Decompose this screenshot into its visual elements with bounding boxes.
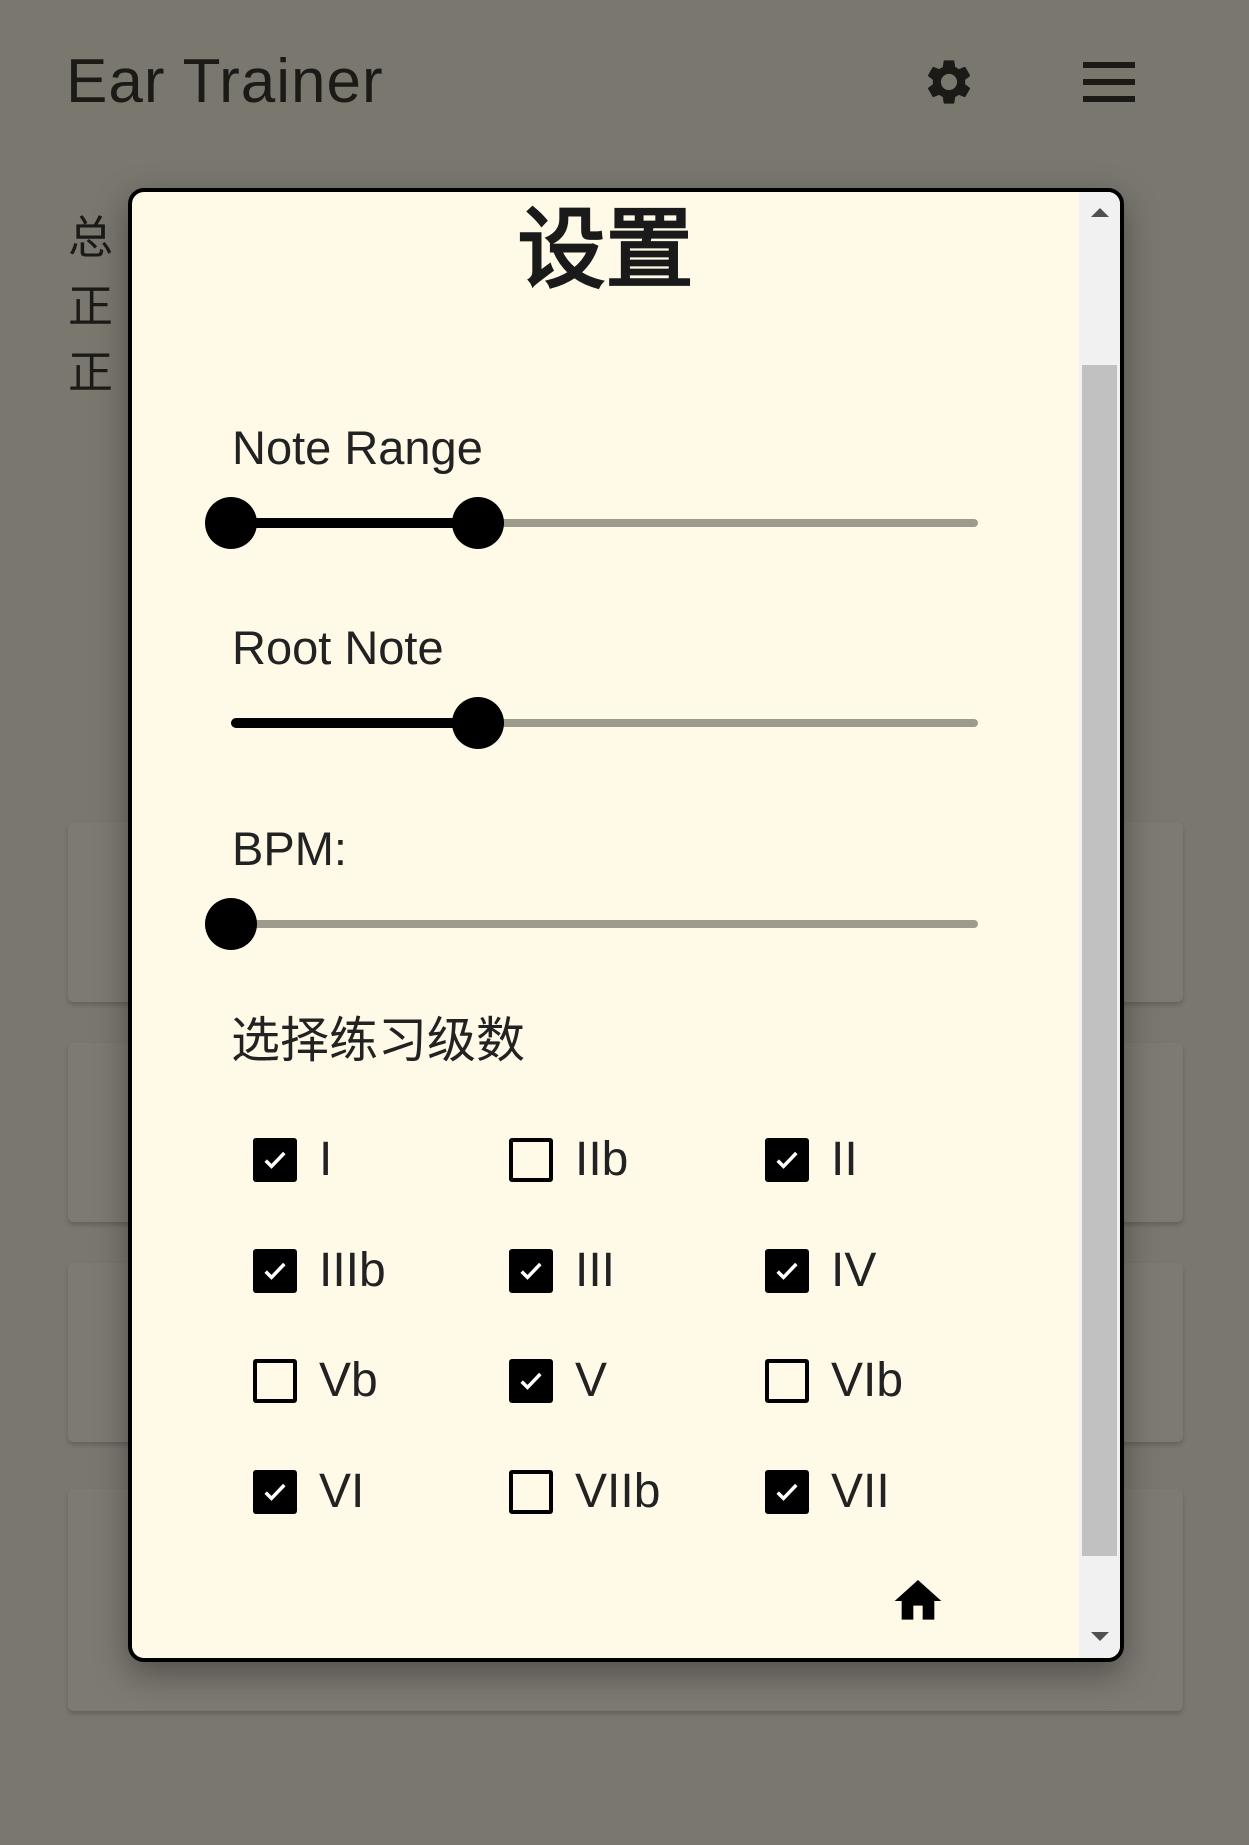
slider-fill bbox=[231, 518, 478, 528]
bpm-slider[interactable] bbox=[205, 898, 978, 950]
scrollbar-thumb[interactable] bbox=[1082, 365, 1117, 1556]
note-range-slider[interactable] bbox=[205, 497, 978, 549]
bpm-thumb[interactable] bbox=[205, 898, 257, 950]
degree-checkbox-Vb[interactable]: Vb bbox=[253, 1354, 378, 1407]
degree-checkbox-IIIb[interactable]: IIIb bbox=[253, 1244, 386, 1297]
stats-total-label: 总 bbox=[68, 212, 114, 263]
checkbox-label[interactable]: I bbox=[319, 1132, 332, 1188]
menu-icon[interactable] bbox=[1083, 62, 1135, 102]
check-icon bbox=[520, 1262, 542, 1280]
stats-correct-label: 正 bbox=[68, 281, 114, 332]
checkbox-label[interactable]: Vb bbox=[319, 1353, 378, 1409]
stats-correct-rate-label: 正 bbox=[68, 347, 114, 398]
note-range-high-thumb[interactable] bbox=[451, 497, 504, 549]
scroll-up-arrow-icon[interactable] bbox=[1079, 198, 1120, 228]
checkbox-label[interactable]: IV bbox=[831, 1243, 876, 1299]
check-icon bbox=[264, 1151, 286, 1169]
degree-checkbox-V[interactable]: V bbox=[509, 1354, 607, 1407]
app-title: Ear Trainer bbox=[66, 47, 384, 116]
checkbox[interactable] bbox=[509, 1470, 553, 1514]
root-note-label: Root Note bbox=[232, 621, 444, 674]
check-icon bbox=[264, 1262, 286, 1280]
slider-track[interactable] bbox=[231, 920, 978, 928]
settings-dialog: 设置 Note Range Root Note BPM: 选择练习级数 I II… bbox=[128, 188, 1124, 1662]
checkbox[interactable] bbox=[765, 1138, 809, 1182]
scroll-down-arrow-icon[interactable] bbox=[1079, 1622, 1120, 1652]
checkbox-label[interactable]: III bbox=[575, 1243, 615, 1299]
checkbox[interactable] bbox=[253, 1359, 297, 1403]
degrees-section-label: 选择练习级数 bbox=[231, 1014, 526, 1068]
dialog-title: 设置 bbox=[517, 200, 694, 299]
degree-checkbox-VIIb[interactable]: VIIb bbox=[509, 1465, 660, 1518]
note-range-label: Note Range bbox=[232, 421, 483, 474]
checkbox[interactable] bbox=[253, 1138, 297, 1182]
home-icon[interactable] bbox=[890, 1573, 946, 1629]
note-range-low-thumb[interactable] bbox=[205, 497, 257, 549]
degree-checkbox-III[interactable]: III bbox=[509, 1244, 615, 1297]
checkbox-label[interactable]: VIIb bbox=[575, 1464, 660, 1520]
dialog-scrollbar[interactable] bbox=[1079, 192, 1120, 1658]
checkbox[interactable] bbox=[509, 1359, 553, 1403]
checkbox[interactable] bbox=[253, 1249, 297, 1293]
degree-checkbox-II[interactable]: II bbox=[765, 1133, 858, 1186]
checkbox[interactable] bbox=[765, 1470, 809, 1514]
bpm-label: BPM: bbox=[232, 822, 347, 875]
checkbox[interactable] bbox=[765, 1359, 809, 1403]
checkbox[interactable] bbox=[253, 1470, 297, 1514]
checkbox-label[interactable]: II bbox=[831, 1132, 858, 1188]
gear-icon[interactable] bbox=[922, 55, 976, 109]
root-note-slider[interactable] bbox=[231, 697, 978, 749]
checkbox-label[interactable]: IIIb bbox=[319, 1243, 386, 1299]
checkbox[interactable] bbox=[765, 1249, 809, 1293]
check-icon bbox=[776, 1483, 798, 1501]
degree-checkbox-IV[interactable]: IV bbox=[765, 1244, 876, 1297]
check-icon bbox=[264, 1483, 286, 1501]
root-note-thumb[interactable] bbox=[451, 697, 504, 749]
check-icon bbox=[776, 1151, 798, 1169]
checkbox[interactable] bbox=[509, 1249, 553, 1293]
checkbox-label[interactable]: VIb bbox=[831, 1353, 903, 1409]
checkbox[interactable] bbox=[509, 1138, 553, 1182]
checkbox-label[interactable]: VI bbox=[319, 1464, 364, 1520]
degree-checkbox-VIb[interactable]: VIb bbox=[765, 1354, 903, 1407]
checkbox-label[interactable]: VII bbox=[831, 1464, 890, 1520]
checkbox-label[interactable]: IIb bbox=[575, 1132, 628, 1188]
degree-checkbox-IIb[interactable]: IIb bbox=[509, 1133, 628, 1186]
slider-fill bbox=[231, 718, 478, 728]
checkbox-label[interactable]: V bbox=[575, 1353, 607, 1409]
check-icon bbox=[776, 1262, 798, 1280]
degree-checkbox-I[interactable]: I bbox=[253, 1133, 332, 1186]
degree-checkbox-VII[interactable]: VII bbox=[765, 1465, 890, 1518]
check-icon bbox=[520, 1372, 542, 1390]
degree-checkbox-VI[interactable]: VI bbox=[253, 1465, 364, 1518]
